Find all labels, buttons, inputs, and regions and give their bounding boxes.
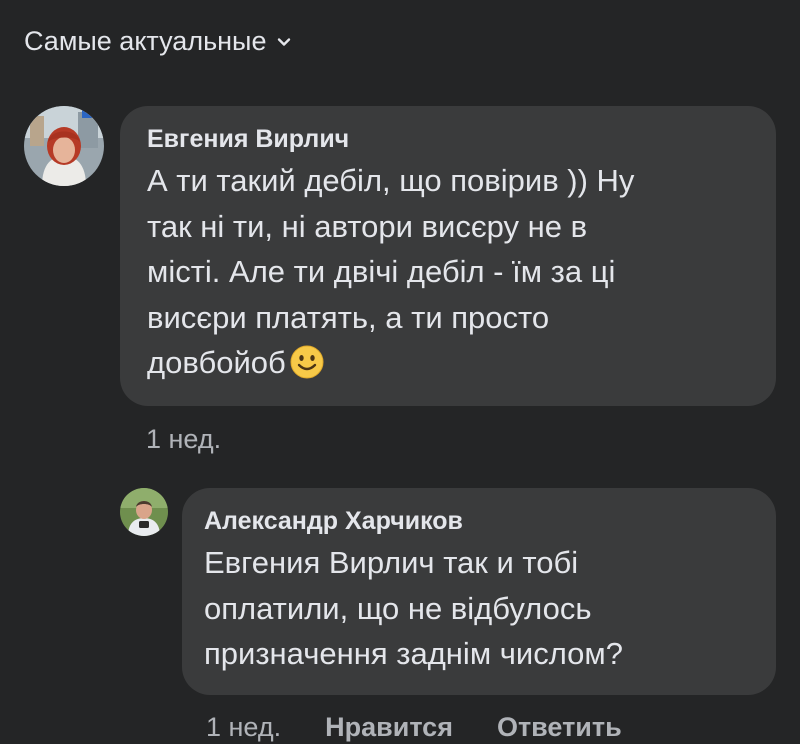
comment-text-line: висєри платять, а ти просто: [147, 299, 550, 335]
comment-text: Евгения Вирлич так и тобі оплатили, що н…: [204, 540, 752, 677]
comment-text-line: Евгения Вирлич так и тобі: [204, 545, 579, 580]
avatar-photo: [120, 488, 168, 536]
sort-label: Самые актуальные: [24, 26, 267, 56]
chevron-down-icon: [278, 37, 291, 46]
sort-dropdown[interactable]: Самые актуальные: [24, 26, 292, 57]
avatar[interactable]: [24, 106, 104, 186]
slightly-smiling-face-icon: [290, 345, 324, 379]
comment-timestamp[interactable]: 1 нед.: [146, 424, 221, 455]
avatar[interactable]: [120, 488, 168, 536]
comment-bubble: Евгения Вирлич А ти такий дебіл, що пові…: [120, 106, 776, 406]
comment-text-line-last: довбойоб: [147, 340, 752, 386]
comment-author[interactable]: Евгения Вирлич: [147, 124, 752, 154]
comment-text-line: оплатили, що не відбулось: [204, 590, 592, 626]
comment-text-line: так ні ти, ні автори висєру не в: [147, 208, 588, 244]
comment-timestamp[interactable]: 1 нед.: [206, 712, 281, 743]
reply-button[interactable]: Ответить: [497, 712, 622, 743]
comment-text-line: призначення заднім числом?: [204, 636, 623, 671]
avatar-photo: [24, 106, 104, 186]
comment-text-line: довбойоб: [147, 345, 286, 380]
comment-text-line: А ти такий дебіл, що повірив )) Ну: [147, 163, 635, 198]
comment-text: А ти такий дебіл, що повірив )) Ну так н…: [147, 158, 752, 386]
comment-bubble: Александр Харчиков Евгения Вирлич так и …: [182, 488, 776, 695]
comment-meta: 1 нед.: [146, 424, 221, 455]
like-button[interactable]: Нравится: [325, 712, 453, 743]
comment-meta: 1 нед. Нравится Ответить: [206, 712, 622, 743]
comment-text-line: місті. Але ти двічі дебіл - їм за ці: [147, 254, 616, 289]
comment-author[interactable]: Александр Харчиков: [204, 506, 752, 536]
